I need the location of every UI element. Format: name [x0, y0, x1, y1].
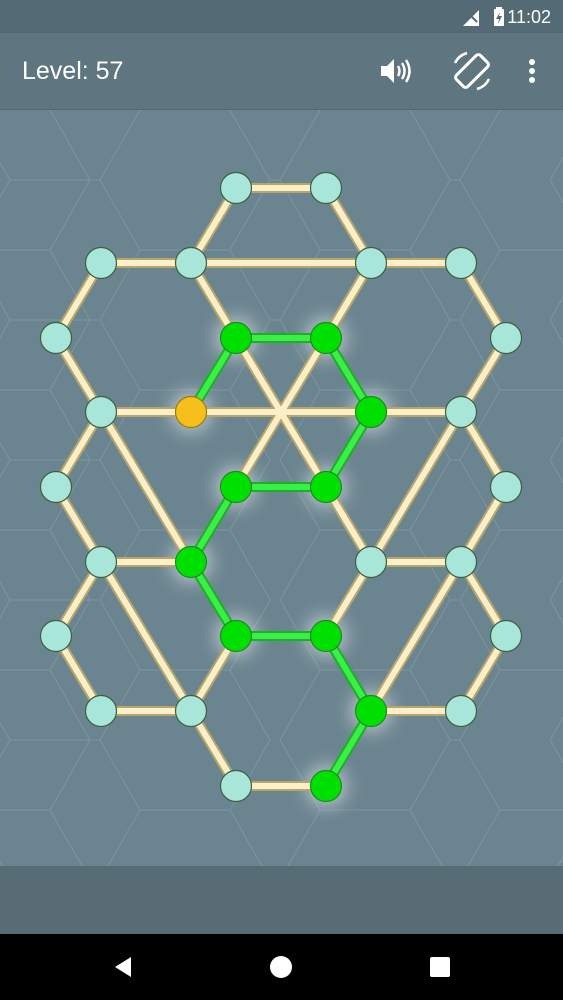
puzzle-svg[interactable]	[0, 110, 563, 866]
start-node[interactable]	[174, 395, 208, 429]
status-time: 11:02	[507, 7, 551, 27]
node[interactable]	[489, 470, 523, 504]
sound-button[interactable]	[375, 51, 415, 91]
node[interactable]	[219, 769, 253, 803]
path-node[interactable]	[174, 545, 208, 579]
path-node[interactable]	[354, 694, 388, 728]
more-vert-icon	[529, 59, 535, 83]
node[interactable]	[84, 694, 118, 728]
home-button[interactable]	[266, 952, 296, 982]
edge	[98, 559, 194, 714]
node[interactable]	[444, 545, 478, 579]
path-node[interactable]	[309, 619, 343, 653]
rotate-screen-icon	[453, 51, 491, 91]
battery-charging-icon	[494, 7, 504, 26]
node[interactable]	[84, 395, 118, 429]
sound-icon	[381, 59, 411, 83]
home-icon	[270, 956, 292, 978]
node[interactable]	[489, 321, 523, 355]
node[interactable]	[444, 694, 478, 728]
back-button[interactable]	[109, 952, 139, 982]
path-node[interactable]	[309, 470, 343, 504]
path-node[interactable]	[219, 470, 253, 504]
node[interactable]	[354, 545, 388, 579]
path-node[interactable]	[219, 321, 253, 355]
recents-icon	[430, 957, 450, 977]
bottom-area	[0, 866, 563, 934]
node[interactable]	[219, 171, 253, 205]
node[interactable]	[444, 395, 478, 429]
recents-button[interactable]	[425, 952, 455, 982]
path-node[interactable]	[309, 769, 343, 803]
node[interactable]	[39, 321, 73, 355]
back-icon	[115, 957, 131, 977]
path-node[interactable]	[309, 321, 343, 355]
app-bar: Level: 57	[0, 33, 563, 109]
edge	[368, 559, 464, 714]
path-node[interactable]	[354, 395, 388, 429]
node[interactable]	[174, 246, 208, 280]
edge	[98, 409, 194, 565]
node[interactable]	[354, 246, 388, 280]
level-label: Level: 57	[22, 57, 124, 85]
status-bar: 11:02	[0, 0, 563, 33]
puzzle-board[interactable]	[0, 110, 563, 866]
node[interactable]	[39, 470, 73, 504]
node[interactable]	[309, 171, 343, 205]
node[interactable]	[84, 545, 118, 579]
node[interactable]	[444, 246, 478, 280]
node[interactable]	[489, 619, 523, 653]
path-node[interactable]	[219, 619, 253, 653]
rotate-screen-button[interactable]	[449, 48, 495, 94]
node[interactable]	[174, 694, 208, 728]
node[interactable]	[39, 619, 73, 653]
navigation-bar	[0, 934, 563, 1000]
node[interactable]	[84, 246, 118, 280]
overflow-menu-button[interactable]	[522, 51, 542, 91]
